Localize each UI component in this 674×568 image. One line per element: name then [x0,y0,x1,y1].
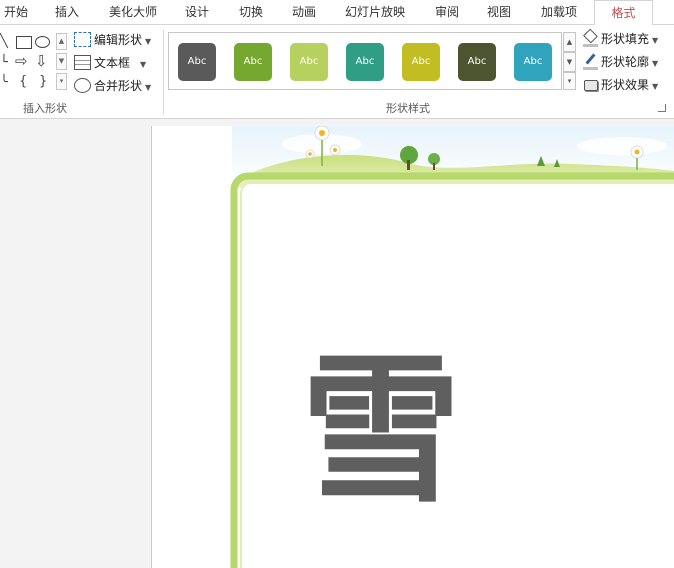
curve-shape-icon[interactable]: ╰ [0,76,8,90]
shape-outline-label: 形状轮廓 [601,55,650,69]
styles-more-icon[interactable]: ▾ [563,72,576,90]
dialog-launcher-icon[interactable] [658,104,666,112]
chevron-down-icon: ▼ [145,37,152,46]
style-swatch-7[interactable]: Abc [514,43,552,81]
down-arrow-shape-icon[interactable]: ⇩ [35,54,48,69]
merge-shapes-icon [74,78,91,93]
style-swatch-2[interactable]: Abc [234,43,272,81]
rectangle-shape-icon[interactable] [16,36,32,49]
shape-effects-label: 形状效果 [601,78,650,92]
tab-format[interactable]: 格式 [594,0,653,25]
right-arrow-shape-icon[interactable]: ⇨ [15,54,28,69]
elbow-connector-icon[interactable]: └ [0,56,8,70]
right-brace-shape-icon[interactable]: } [39,75,47,89]
ribbon: ╲ └ ⇨ ⇩ ╰ { } ▲ ▼ ▾ 编辑形状 ▼ 文本框 ▼ 合并形状 ▼ 插入形… [0,24,674,119]
insert-shapes-group-label: 插入形状 [23,102,67,115]
slide-thumbnail-pane[interactable] [0,119,151,568]
edit-shape-label: 编辑形状 [94,33,143,47]
shape-styles-group-label: 形状样式 [386,102,430,115]
pen-icon [583,52,598,70]
oval-shape-icon[interactable] [35,36,50,48]
shape-effects-button[interactable]: 形状效果 ▼ [583,75,658,95]
tab-transitions[interactable]: 切换 [231,0,271,24]
merge-shapes-button[interactable]: 合并形状 ▼ [74,76,151,96]
shape-effects-icon [583,78,598,91]
tab-insert[interactable]: 插入 [47,0,87,24]
text-box-button[interactable]: 文本框 ▼ [74,53,146,73]
edit-shape-icon [74,32,91,47]
paint-bucket-icon [583,28,598,47]
shape-outline-button[interactable]: 形状轮廓 ▼ [583,52,658,72]
chevron-down-icon: ▼ [145,83,152,92]
tab-review[interactable]: 审阅 [427,0,467,24]
chevron-down-icon: ▼ [652,36,659,45]
shapes-scroll-up-icon[interactable]: ▲ [56,33,67,50]
tab-view[interactable]: 视图 [479,0,519,24]
group-divider [163,29,164,115]
tab-slideshow[interactable]: 幻灯片放映 [337,0,413,24]
shapes-more-icon[interactable]: ▾ [56,73,67,90]
ribbon-tab-bar: 开始 插入 美化大师 设计 切换 动画 幻灯片放映 审阅 视图 加载项 格式 [0,0,674,25]
style-swatch-5[interactable]: Abc [402,43,440,81]
chevron-down-icon: ▼ [140,60,147,69]
tab-design[interactable]: 设计 [177,0,217,24]
shapes-scroll-down-icon[interactable]: ▼ [56,53,67,70]
style-swatch-4[interactable]: Abc [346,43,384,81]
chevron-down-icon: ▼ [652,59,659,68]
tab-addins[interactable]: 加载项 [531,0,587,24]
styles-scroll-down-icon[interactable]: ▼ [563,52,576,72]
text-box-label: 文本框 [94,56,131,70]
tab-beautify[interactable]: 美化大师 [102,0,164,24]
line-shape-icon[interactable]: ╲ [0,35,8,49]
tab-animations[interactable]: 动画 [284,0,324,24]
big-character: 雪 [301,337,461,524]
edit-shape-button[interactable]: 编辑形状 ▼ [74,30,151,50]
shape-fill-label: 形状填充 [601,32,650,46]
styles-scroll-up-icon[interactable]: ▲ [563,32,576,52]
shape-styles-gallery: Abc Abc Abc Abc Abc Abc Abc [168,32,562,90]
shape-fill-button[interactable]: 形状填充 ▼ [583,28,659,49]
tab-home[interactable]: 开始 [0,0,32,24]
left-brace-shape-icon[interactable]: { [19,75,27,89]
style-swatch-6[interactable]: Abc [458,43,496,81]
slide-canvas[interactable]: 雪 [151,126,674,568]
text-box-icon [74,55,91,70]
chevron-down-icon: ▼ [652,82,659,91]
slide-background-art: 雪 [230,126,674,568]
style-swatch-1[interactable]: Abc [178,43,216,81]
style-swatch-3[interactable]: Abc [290,43,328,81]
merge-shapes-label: 合并形状 [94,79,143,93]
